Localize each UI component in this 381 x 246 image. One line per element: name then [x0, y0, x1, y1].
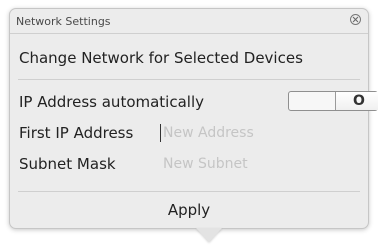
apply-button[interactable]: Apply [10, 192, 368, 229]
section-heading: Change Network for Selected Devices [19, 49, 303, 67]
network-settings-popover-stage: Network Settings Change Network for Sele… [0, 0, 381, 246]
network-settings-popover: Network Settings Change Network for Sele… [9, 8, 378, 229]
first-ip-label: First IP Address [19, 124, 134, 142]
top-divider [18, 79, 360, 80]
window-title: Network Settings [16, 15, 111, 28]
popover-pointer [196, 228, 222, 242]
apply-button-label: Apply [167, 201, 211, 219]
ip-auto-toggle[interactable]: O [288, 91, 378, 111]
first-ip-input[interactable]: New Address [163, 125, 254, 141]
subnet-mask-label: Subnet Mask [19, 155, 116, 173]
text-cursor [160, 124, 161, 142]
title-bar: Network Settings [10, 9, 368, 34]
subnet-mask-input[interactable]: New Subnet [163, 156, 248, 172]
ip-auto-label: IP Address automatically [19, 93, 205, 111]
toggle-state-text: O [353, 93, 365, 109]
close-icon[interactable] [350, 14, 361, 25]
